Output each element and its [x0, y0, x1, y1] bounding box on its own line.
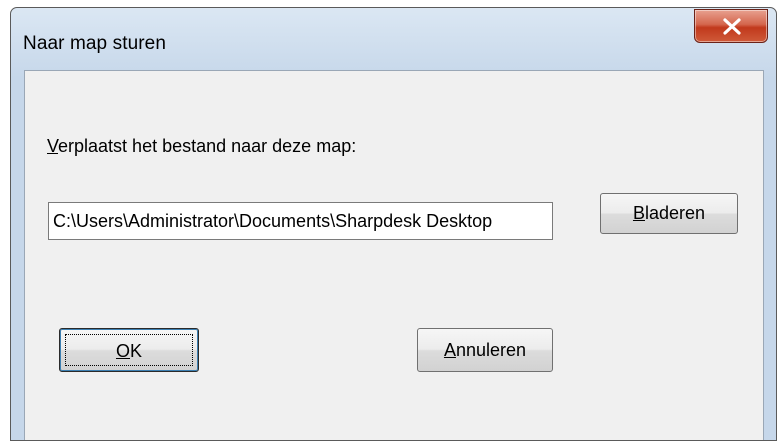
folder-path-input[interactable] [48, 202, 553, 240]
folder-label-text: erplaatst het bestand naar deze map: [58, 136, 357, 156]
folder-label-mnemonic: V [47, 136, 59, 156]
browse-mnemonic: B [632, 203, 645, 223]
browse-label: laderen [644, 203, 706, 223]
ok-mnemonic: O [115, 341, 130, 361]
browse-button[interactable]: Bladeren [600, 193, 738, 234]
dialog-body: Verplaatst het bestand naar deze map: Bl… [24, 70, 764, 440]
ok-button[interactable]: OK [59, 328, 199, 372]
title-bar[interactable]: Naar map sturen [11, 8, 776, 66]
cancel-mnemonic: A [443, 340, 456, 360]
window-title: Naar map sturen [23, 33, 167, 54]
close-icon [723, 18, 741, 35]
focus-rectangle: OK [65, 334, 193, 366]
folder-label: Verplaatst het bestand naar deze map: [47, 136, 356, 157]
close-button[interactable] [694, 9, 768, 43]
dialog-window: Naar map sturen Verplaatst het bestand n… [10, 7, 777, 441]
cancel-button[interactable]: Annuleren [417, 328, 553, 372]
ok-label: K [130, 341, 143, 361]
cancel-label: nnuleren [455, 340, 527, 360]
